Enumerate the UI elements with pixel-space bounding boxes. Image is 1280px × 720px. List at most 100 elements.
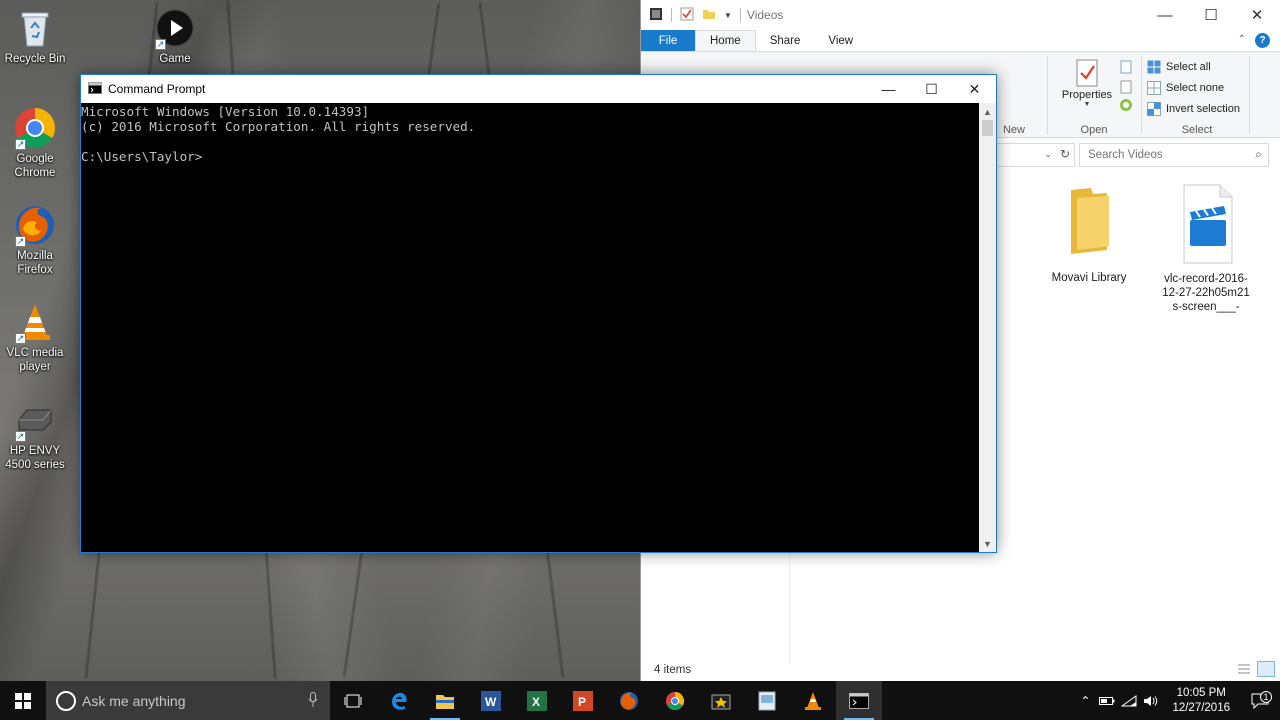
explorer-app-icon	[649, 7, 663, 24]
desktop-icon-game[interactable]: ↗ Game	[140, 6, 210, 66]
ribbon-group-select: Select all Select none Invert selection …	[1147, 52, 1247, 138]
tab-view[interactable]: View	[814, 30, 867, 51]
ribbon-collapse-icon[interactable]: ⌃	[1238, 34, 1246, 45]
desktop-icon-label: Recycle Bin	[4, 53, 66, 65]
close-button[interactable]: ✕	[1234, 0, 1280, 30]
select-all-icon	[1147, 60, 1161, 73]
edge-icon	[392, 692, 407, 710]
search-box[interactable]: ⌕	[1079, 143, 1269, 167]
cmd-maximize-button[interactable]: ☐	[910, 75, 953, 103]
invert-selection-icon	[1147, 101, 1161, 116]
start-button[interactable]	[0, 681, 46, 720]
taskbar: Ask me anything W X P ⌃ 10:05 PM 12/27/2…	[0, 681, 1280, 720]
microphone-icon[interactable]	[308, 692, 318, 711]
maximize-button[interactable]: ☐	[1188, 0, 1234, 30]
file-item-vlc-record[interactable]: vlc-record-2016-12-27-22h05m21s-screen__…	[1161, 184, 1251, 314]
taskbar-command-prompt[interactable]	[836, 681, 882, 720]
show-hidden-icons-chevron[interactable]: ⌃	[1074, 694, 1096, 708]
task-view-button[interactable]	[330, 681, 376, 720]
scroll-up-icon[interactable]: ▲	[979, 103, 996, 120]
explorer-titlebar[interactable]: ▼ Videos — ☐ ✕	[641, 0, 1280, 30]
desktop-icon-vlc[interactable]: ↗ VLC media player	[0, 300, 70, 374]
volume-icon[interactable]	[1140, 695, 1162, 707]
console-line: Microsoft Windows [Version 10.0.14393]	[81, 104, 370, 119]
refresh-icon[interactable]: ↻	[1060, 147, 1070, 161]
properties-check-icon[interactable]	[680, 7, 694, 24]
desktop-icon-label: Game	[159, 53, 191, 65]
taskbar-powerpoint[interactable]: P	[560, 681, 606, 720]
system-tray: ⌃ 10:05 PM 12/27/2016 1	[1074, 681, 1280, 720]
printer-icon: ↗	[13, 398, 57, 442]
taskbar-chrome[interactable]	[652, 681, 698, 720]
address-dropdown-icon[interactable]: ⌄	[1044, 149, 1052, 160]
edit-icon[interactable]	[1119, 80, 1133, 97]
scroll-down-icon[interactable]: ▼	[979, 535, 996, 552]
explorer-title: Videos	[746, 8, 784, 22]
ribbon-tabs: File Home Share View ⌃ ?	[641, 30, 1280, 52]
minimize-button[interactable]: —	[1142, 0, 1188, 30]
excel-icon: X	[527, 690, 547, 711]
folder-icon	[1071, 188, 1109, 254]
details-view-icon[interactable]	[1237, 663, 1251, 678]
shortcut-arrow-icon: ↗	[15, 431, 26, 442]
desktop-icon-label: VLC media player	[6, 347, 64, 373]
select-none-button[interactable]: Select none	[1147, 77, 1240, 98]
taskbar-vlc[interactable]	[790, 681, 836, 720]
vlc-cone-icon: ↗	[13, 300, 57, 344]
taskbar-photo-app[interactable]	[744, 681, 790, 720]
taskbar-excel[interactable]: X	[514, 681, 560, 720]
powerpoint-icon: P	[573, 690, 593, 711]
taskbar-file-explorer[interactable]	[422, 681, 468, 720]
help-icon[interactable]: ?	[1255, 33, 1270, 48]
desktop-icon-hp-envy[interactable]: ↗ HP ENVY 4500 series	[0, 398, 70, 472]
history-icon[interactable]	[1119, 98, 1133, 115]
command-prompt-window[interactable]: Command Prompt — ☐ ✕ Microsoft Windows […	[80, 74, 997, 553]
taskbar-edge[interactable]	[376, 681, 422, 720]
tab-file[interactable]: File	[641, 30, 695, 51]
battery-icon[interactable]	[1096, 696, 1118, 706]
customize-dropdown-icon[interactable]: ▼	[724, 11, 732, 20]
file-item-movavi-library[interactable]: Movavi Library	[1044, 184, 1134, 285]
taskbar-word[interactable]: W	[468, 681, 514, 720]
invert-selection-button[interactable]: Invert selection	[1147, 98, 1240, 119]
desktop-icon-label: Mozilla Firefox	[17, 250, 53, 276]
properties-button[interactable]: Properties ▼	[1057, 58, 1117, 108]
large-icons-view-icon[interactable]	[1257, 661, 1275, 677]
cmd-minimize-button[interactable]: —	[867, 75, 910, 103]
desktop-icon-google-chrome[interactable]: ↗ Google Chrome	[0, 106, 70, 180]
wifi-icon[interactable]	[1118, 694, 1140, 707]
desktop-icon-mozilla-firefox[interactable]: ↗ Mozilla Firefox	[0, 203, 70, 277]
desktop-icon-recycle-bin[interactable]: Recycle Bin	[0, 6, 70, 66]
clock[interactable]: 10:05 PM 12/27/2016	[1162, 686, 1240, 716]
search-input[interactable]	[1088, 149, 1238, 161]
action-center-button[interactable]: 1	[1240, 690, 1280, 709]
task-view-icon	[344, 694, 362, 707]
firefox-icon: ↗	[13, 203, 57, 247]
select-all-button[interactable]: Select all	[1147, 56, 1240, 77]
open-icon[interactable]	[1119, 60, 1133, 77]
console-prompt[interactable]: C:\Users\Taylor>	[81, 149, 980, 164]
cortana-search-box[interactable]: Ask me anything	[46, 681, 330, 720]
taskbar-firefox[interactable]	[606, 681, 652, 720]
chrome-icon: ↗	[13, 106, 57, 150]
picture-icon	[758, 691, 776, 710]
cmd-scrollbar[interactable]: ▲ ▼	[979, 103, 996, 552]
svg-text:X: X	[532, 695, 540, 709]
notification-count-badge: 1	[1260, 690, 1272, 703]
tab-home[interactable]: Home	[695, 30, 756, 51]
cmd-close-button[interactable]: ✕	[953, 75, 996, 103]
console-output[interactable]: Microsoft Windows [Version 10.0.14393] (c…	[81, 103, 980, 552]
new-folder-icon[interactable]	[702, 7, 716, 24]
movie-clapper-icon	[711, 694, 731, 709]
folder-icon	[436, 694, 454, 709]
recycle-bin-icon	[13, 6, 57, 50]
group-label-open: Open	[1080, 124, 1108, 136]
cmd-titlebar[interactable]: Command Prompt — ☐ ✕	[81, 75, 996, 103]
taskbar-movavi[interactable]	[698, 681, 744, 720]
scroll-thumb[interactable]	[982, 120, 993, 136]
properties-icon	[1076, 59, 1098, 87]
tab-share[interactable]: Share	[756, 30, 815, 51]
firefox-icon	[620, 691, 638, 710]
console-line: (c) 2016 Microsoft Corporation. All righ…	[81, 119, 476, 134]
